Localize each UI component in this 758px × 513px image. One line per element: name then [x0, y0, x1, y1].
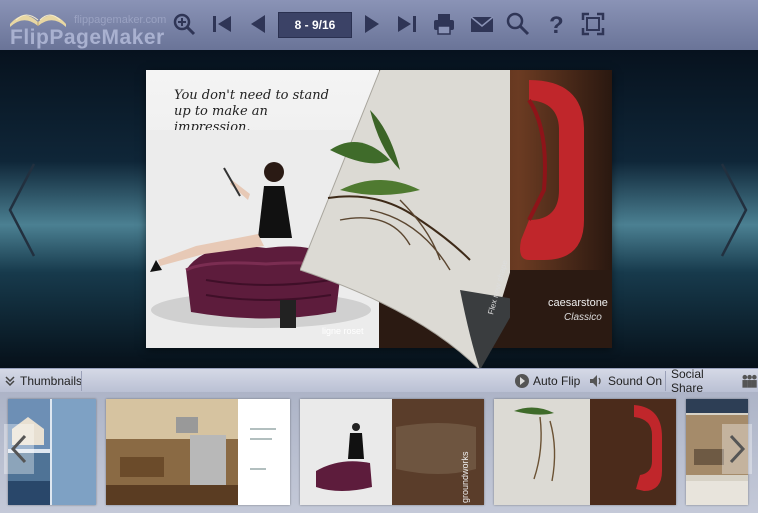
speaker-icon — [590, 375, 601, 387]
book-logo-icon — [10, 14, 66, 27]
thumbnails-label: Thumbnails — [20, 374, 83, 388]
people-icon — [742, 374, 757, 388]
auto-flip-button[interactable]: Auto Flip — [514, 369, 580, 393]
email-icon[interactable] — [468, 10, 496, 38]
logo-url: flippagemaker.com — [74, 14, 167, 26]
play-icon — [515, 374, 529, 388]
right-page-brand: caesarstone — [548, 297, 608, 309]
last-page-icon[interactable] — [393, 10, 421, 38]
svg-text:?: ? — [549, 12, 564, 37]
social-share-button[interactable]: Social Share — [671, 367, 758, 395]
search-icon[interactable] — [504, 10, 532, 38]
fullscreen-icon[interactable] — [579, 10, 607, 38]
page-indicator[interactable]: 8 - 9/16 — [278, 12, 352, 38]
double-chevron-down-icon — [5, 376, 15, 387]
thumbnails-next-arrow-icon[interactable] — [722, 424, 752, 474]
page-curl[interactable]: Flex new shape — [300, 70, 510, 370]
sound-label: Sound On — [608, 374, 663, 388]
zoom-in-icon[interactable] — [170, 10, 198, 38]
thumbnail-3[interactable]: groundworks — [300, 399, 484, 505]
thumbnail-strip: groundworks — [0, 392, 758, 513]
thumbnail-4[interactable] — [494, 399, 676, 505]
thumbnails-prev-arrow-icon[interactable] — [4, 424, 34, 474]
thumbnails-toggle[interactable]: Thumbnails — [4, 369, 82, 393]
right-page-series: Classico — [564, 312, 602, 323]
first-page-icon[interactable] — [208, 10, 236, 38]
next-page-icon[interactable] — [358, 10, 386, 38]
logo: flippagemaker.com FlipPageMaker — [4, 0, 180, 50]
social-share-label: Social Share — [671, 367, 704, 395]
thumbnail-brand: groundworks — [460, 451, 470, 503]
logo-brand: FlipPageMaker — [10, 26, 165, 49]
sound-button[interactable]: Sound On — [588, 369, 662, 393]
bottom-toolbar: Thumbnails Auto Flip Sound On Social Sha… — [0, 367, 758, 395]
divider — [81, 371, 82, 391]
thumbnail-2[interactable] — [106, 399, 290, 505]
auto-flip-label: Auto Flip — [533, 374, 581, 388]
top-toolbar: flippagemaker.com FlipPageMaker 8 - 9/16… — [0, 0, 758, 50]
print-icon[interactable] — [430, 10, 458, 38]
help-icon[interactable]: ? — [541, 10, 569, 38]
next-arrow-icon[interactable] — [720, 160, 750, 260]
previous-page-icon[interactable] — [244, 10, 272, 38]
divider — [665, 371, 666, 391]
previous-arrow-icon[interactable] — [6, 160, 36, 260]
